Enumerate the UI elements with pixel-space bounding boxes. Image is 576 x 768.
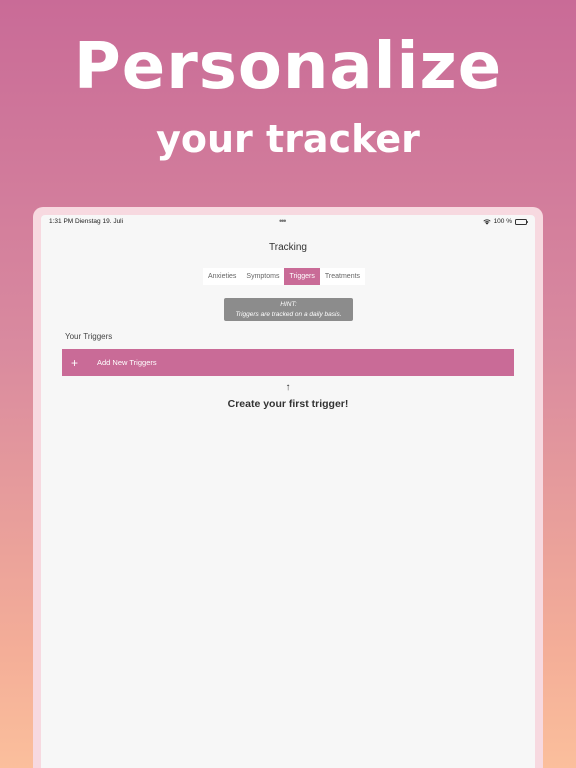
hero-subtitle: your tracker [156,117,420,161]
wifi-icon [482,218,491,225]
plus-icon: + [71,355,79,370]
status-time-date: 1:31 PM Dienstag 19. Juli [49,218,124,225]
arrow-up-icon: ↑ [285,382,291,393]
hint-text: Triggers are tracked on a daily basis. [235,310,342,318]
hint-heading: HINT: [280,300,297,308]
tab-treatments[interactable]: Treatments [320,268,365,285]
tracking-segmented-control: Anxieties Symptoms Triggers Treatments [203,268,366,285]
hint-box: HINT: Triggers are tracked on a daily ba… [224,298,353,321]
tablet-frame: 1:31 PM Dienstag 19. Juli ••• 100 % Trac… [33,207,543,768]
add-new-triggers-button[interactable]: + Add New Triggers [62,349,514,376]
tab-triggers[interactable]: Triggers [284,268,320,285]
battery-percent: 100 % [493,218,512,225]
battery-icon [515,218,529,225]
multitasking-dots-icon[interactable]: ••• [279,216,287,226]
empty-state-message: Create your first trigger! [227,398,349,410]
add-new-triggers-label: Add New Triggers [97,358,157,367]
app-screen: 1:31 PM Dienstag 19. Juli ••• 100 % Trac… [41,215,535,768]
tab-anxieties[interactable]: Anxieties [203,268,241,285]
section-label: Your Triggers [65,332,113,341]
page-title: Tracking [269,242,307,253]
status-indicators: 100 % [482,218,529,225]
tab-symptoms[interactable]: Symptoms [241,268,284,285]
status-bar: 1:31 PM Dienstag 19. Juli ••• 100 % [41,215,535,229]
hero-title: Personalize [73,30,503,104]
